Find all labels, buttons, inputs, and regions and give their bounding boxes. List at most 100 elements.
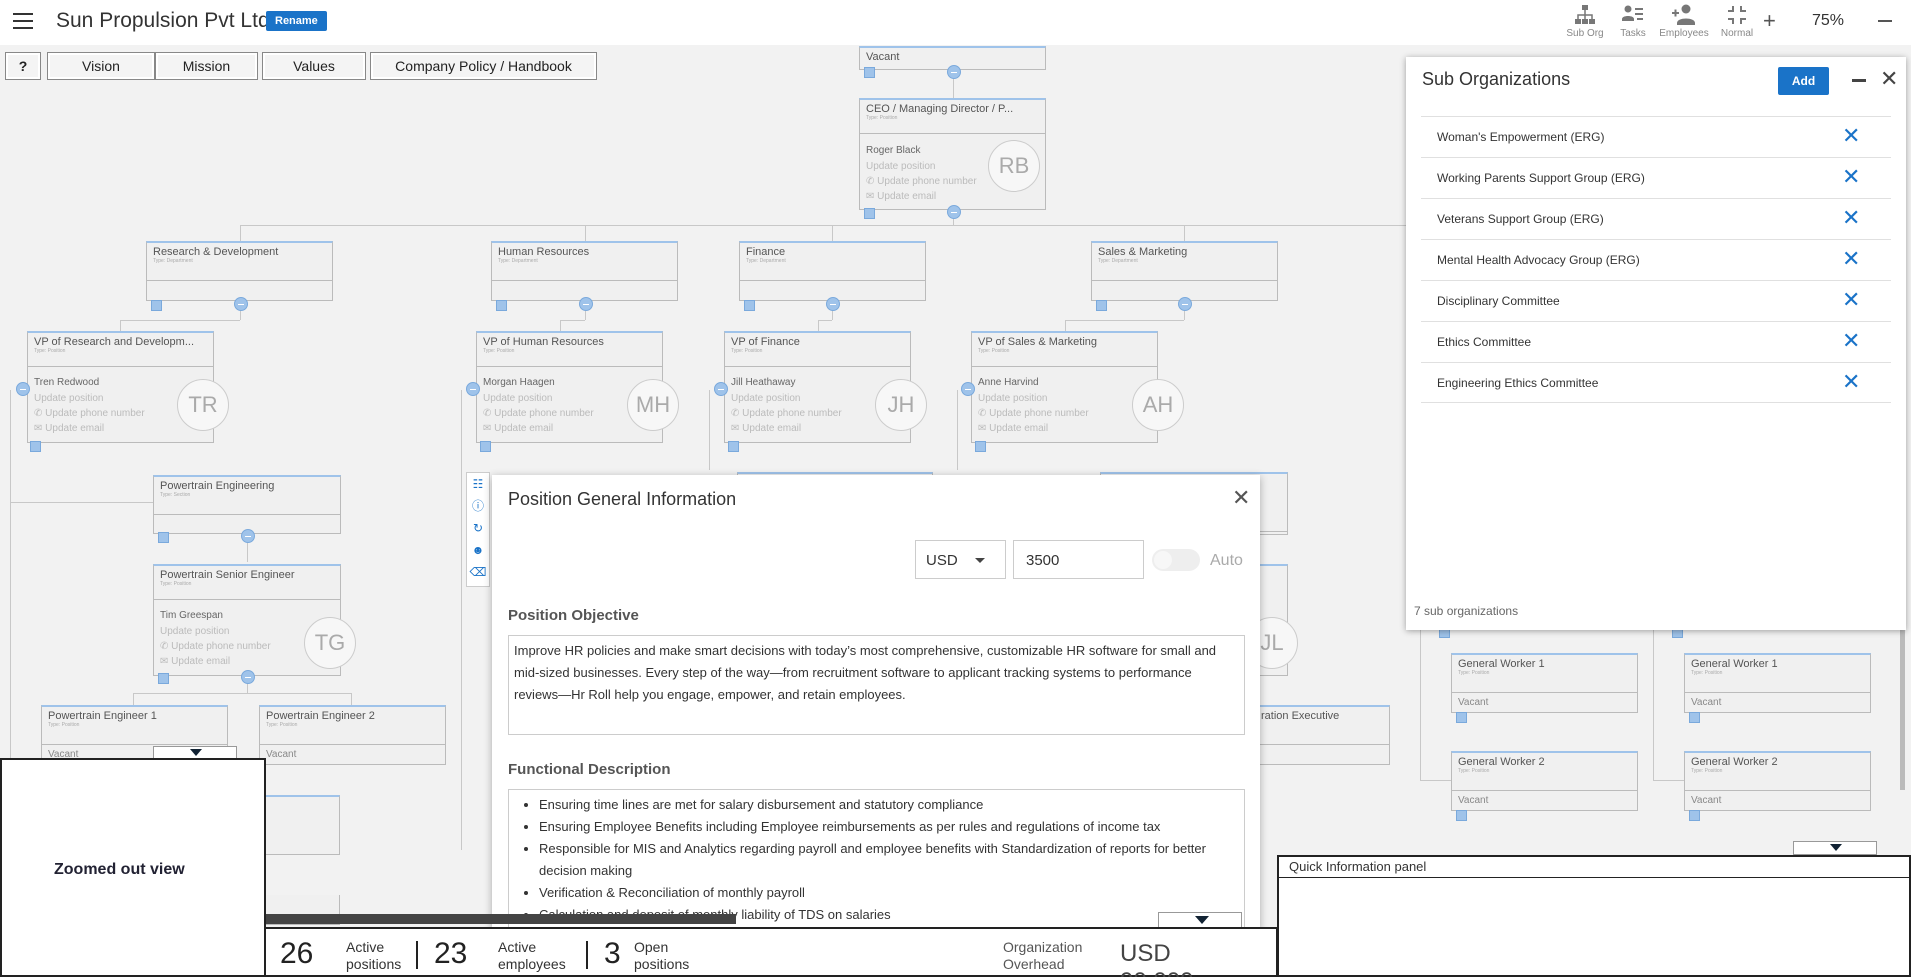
org-node-engineer[interactable]: Powertrain Engineer 2 Type: Position Vac… (259, 705, 446, 765)
node-handle[interactable] (158, 532, 169, 543)
update-email-link[interactable]: ✉ Update email (160, 654, 271, 669)
collapse-toggle[interactable] (947, 65, 961, 79)
update-position-link[interactable]: Update position (866, 159, 977, 174)
collapse-toggle[interactable] (826, 297, 840, 311)
collapse-toggle[interactable] (466, 382, 480, 396)
trash-icon[interactable]: ⌫ (467, 561, 489, 583)
collapse-toggle[interactable] (16, 382, 30, 396)
collapse-toggle[interactable] (947, 205, 961, 219)
remove-icon[interactable]: ✕ (1842, 287, 1860, 313)
collapse-toggle[interactable] (579, 297, 593, 311)
list-item[interactable]: Working Parents Support Group (ERG) ✕ (1421, 157, 1891, 198)
update-position-link[interactable]: Update position (34, 391, 145, 406)
update-phone-link[interactable]: ✆ Update phone number (34, 406, 145, 421)
update-email-link[interactable]: ✉ Update email (731, 421, 842, 436)
currency-select[interactable]: USD (915, 540, 1006, 579)
update-email-link[interactable]: ✉ Update email (866, 189, 977, 204)
node-handle[interactable] (480, 441, 491, 452)
update-position-link[interactable]: Update position (483, 391, 594, 406)
add-sub-org-button[interactable]: Add (1778, 67, 1829, 95)
update-position-link[interactable]: Update position (731, 391, 842, 406)
remove-icon[interactable]: ✕ (1842, 369, 1860, 395)
person-details[interactable]: Update position ✆ Update phone number ✉ Up… (866, 159, 977, 204)
update-email-link[interactable]: ✉ Update email (978, 421, 1089, 436)
tool-tasks[interactable]: Tasks (1608, 2, 1658, 39)
list-item[interactable]: Veterans Support Group (ERG) ✕ (1421, 198, 1891, 239)
org-node-dept[interactable]: Finance Type: Department (739, 241, 926, 301)
update-phone-link[interactable]: ✆ Update phone number (731, 406, 842, 421)
update-email-link[interactable]: ✉ Update email (34, 421, 145, 436)
node-handle[interactable] (151, 300, 162, 311)
update-phone-link[interactable]: ✆ Update phone number (483, 406, 594, 421)
org-node-dept[interactable]: Sales & Marketing Type: Department (1091, 241, 1278, 301)
salary-input[interactable]: 3500 (1013, 540, 1144, 579)
close-icon[interactable]: ✕ (1232, 485, 1250, 511)
node-handle[interactable] (30, 441, 41, 452)
mission-button[interactable]: Mission (155, 52, 258, 80)
org-node-dept[interactable]: Research & Development Type: Department (146, 241, 333, 301)
info-icon[interactable]: ⓘ (467, 495, 489, 517)
collapse-toggle[interactable] (241, 529, 255, 543)
assign-person-icon[interactable]: ☻ (467, 539, 489, 561)
zoom-in-icon[interactable]: + (1763, 8, 1776, 34)
collapse-toggle[interactable] (961, 382, 975, 396)
node-handle[interactable] (1456, 712, 1467, 723)
org-node-vp[interactable]: VP of Finance Type: Position Jill Heatha… (724, 331, 927, 443)
policy-button[interactable]: Company Policy / Handbook (370, 52, 597, 80)
list-item[interactable]: Ethics Committee ✕ (1421, 321, 1891, 362)
org-node-senior[interactable]: Powertrain Senior Engineer Type: Positio… (153, 564, 356, 676)
org-node-ceo[interactable]: CEO / Managing Director / P... Type: Pos… (859, 98, 1046, 210)
help-button[interactable]: ? (5, 52, 41, 80)
node-handle[interactable] (864, 208, 875, 219)
collapse-toggle[interactable] (1178, 297, 1192, 311)
update-phone-link[interactable]: ✆ Update phone number (978, 406, 1089, 421)
remove-icon[interactable]: ✕ (1842, 123, 1860, 149)
node-handle[interactable] (1689, 810, 1700, 821)
update-phone-link[interactable]: ✆ Update phone number (866, 174, 977, 189)
person-details[interactable]: Update position ✆ Update phone number ✉ Up… (978, 391, 1089, 436)
node-handle[interactable] (496, 300, 507, 311)
objective-textarea[interactable]: Improve HR policies and make smart decis… (508, 635, 1245, 735)
org-node-dept[interactable]: Human Resources Type: Department (491, 241, 678, 301)
node-handle[interactable] (1456, 810, 1467, 821)
close-icon[interactable]: ✕ (1880, 67, 1898, 91)
node-handle[interactable] (728, 441, 739, 452)
update-position-link[interactable]: Update position (160, 624, 271, 639)
scroll-indicator[interactable] (1793, 841, 1877, 855)
node-handle[interactable] (1689, 712, 1700, 723)
minimize-icon[interactable] (1852, 79, 1866, 82)
org-node-section[interactable]: Powertrain Engineering Type: Section (153, 475, 341, 534)
auto-toggle[interactable] (1152, 549, 1200, 571)
transfer-icon[interactable]: ↻ (467, 517, 489, 539)
org-node-worker[interactable]: General Worker 2 Type: Position Vacant (1451, 751, 1638, 811)
sitemap-icon[interactable]: ☷ (467, 473, 489, 495)
org-node-vp[interactable]: VP of Sales & Marketing Type: Position A… (971, 331, 1184, 443)
person-details[interactable]: Update position ✆ Update phone number ✉ Up… (160, 624, 271, 669)
remove-icon[interactable]: ✕ (1842, 246, 1860, 272)
zoomed-out-view[interactable]: Zoomed out view (0, 758, 266, 977)
update-position-link[interactable]: Update position (978, 391, 1089, 406)
horizontal-scrollbar[interactable] (266, 914, 736, 924)
collapse-toggle[interactable] (234, 297, 248, 311)
menu-icon[interactable] (13, 13, 33, 29)
remove-icon[interactable]: ✕ (1842, 164, 1860, 190)
remove-icon[interactable]: ✕ (1842, 328, 1860, 354)
node-handle[interactable] (1096, 300, 1107, 311)
node-handle[interactable] (744, 300, 755, 311)
rename-button[interactable]: Rename (266, 11, 327, 31)
vision-button[interactable]: Vision (47, 52, 155, 80)
org-node-vp[interactable]: VP of Research and Developm... Type: Pos… (27, 331, 229, 443)
org-node-worker[interactable]: General Worker 1 Type: Position Vacant (1451, 653, 1638, 713)
functional-textarea[interactable]: Ensuring time lines are met for salary d… (508, 789, 1245, 930)
update-email-link[interactable]: ✉ Update email (483, 421, 594, 436)
remove-icon[interactable]: ✕ (1842, 205, 1860, 231)
person-details[interactable]: Update position ✆ Update phone number ✉ Up… (34, 391, 145, 436)
node-handle[interactable] (975, 441, 986, 452)
tool-sub-org[interactable]: Sub Org (1560, 2, 1610, 39)
tool-normal[interactable]: Normal (1712, 2, 1762, 39)
node-handle[interactable] (158, 673, 169, 684)
person-details[interactable]: Update position ✆ Update phone number ✉ Up… (483, 391, 594, 436)
list-item[interactable]: Engineering Ethics Committee ✕ (1421, 362, 1891, 403)
org-node-vp[interactable]: VP of Human Resources Type: Position Mor… (476, 331, 679, 443)
org-node-worker[interactable]: General Worker 1 Type: Position Vacant (1684, 653, 1871, 713)
